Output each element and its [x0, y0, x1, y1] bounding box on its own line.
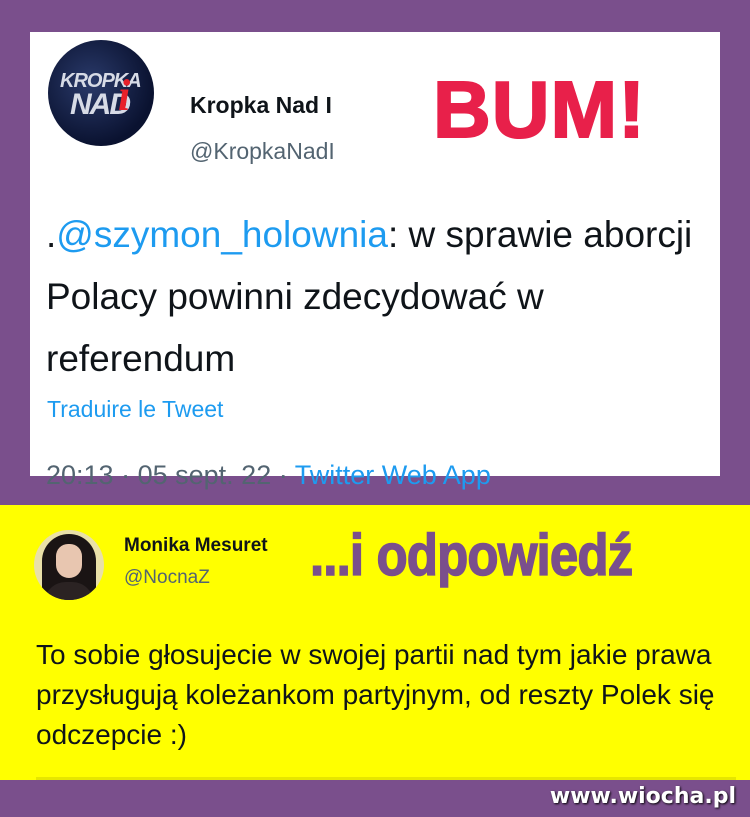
author-handle[interactable]: @KropkaNadI [190, 138, 335, 165]
monika-mesuret-avatar[interactable] [34, 530, 104, 600]
odpowiedz-overlay-text: ...i odpowiedź [309, 523, 633, 588]
top-tweet-card: KROPKA NAD i Kropka Nad I @KropkaNadI BU… [30, 32, 720, 490]
tweet-time[interactable]: 20:13 [46, 460, 114, 490]
tweet-text: .@szymon_holownia: w sprawie aborcji Pol… [46, 204, 716, 390]
author-display-name[interactable]: Kropka Nad I [190, 92, 332, 119]
meta-separator: · [278, 460, 288, 490]
reply-tweet-text: To sobie głosujecie w swojej partii nad … [36, 639, 715, 750]
reply-author-handle[interactable]: @NocnaZ [124, 567, 210, 589]
meta-separator: · [121, 460, 131, 490]
bum-overlay-text: BUM! [432, 65, 646, 154]
tweet-source-link[interactable]: Twitter Web App [295, 460, 491, 490]
tweet-meta: 20:13 · 05 sept. 22 · Twitter Web App [46, 460, 491, 491]
watermark: www.wiocha.pl [549, 784, 736, 809]
tweet-date[interactable]: 05 sept. 22 [138, 460, 272, 490]
reply-author-display-name[interactable]: Monika Mesuret [124, 535, 268, 557]
mention-link[interactable]: @szymon_holownia [56, 214, 388, 255]
kropka-nad-i-avatar[interactable]: KROPKA NAD i [48, 40, 154, 146]
translate-tweet-link[interactable]: Traduire le Tweet [47, 396, 223, 423]
reply-tweet-card: Monika Mesuret @NocnaZ ...i odpowiedź To… [0, 505, 750, 780]
avatar-logo-accent: i [118, 71, 131, 120]
tweet-text-prefix: . [46, 214, 57, 255]
avatar-face [56, 544, 82, 578]
divider [36, 777, 736, 780]
